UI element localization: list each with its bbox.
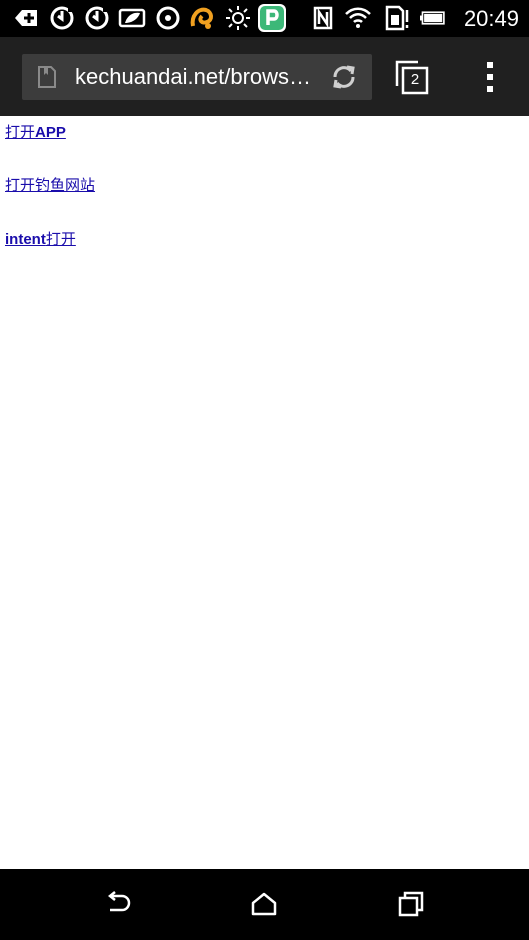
link-text: 打开 (5, 124, 36, 141)
link-text: 打开钓鱼网站 (5, 177, 96, 194)
reload-icon[interactable] (330, 63, 358, 91)
tab-switcher-button[interactable]: 2 (394, 59, 430, 95)
link-intent-open[interactable]: intent打开 (5, 228, 76, 249)
more-vert-icon (487, 62, 493, 92)
parking-app-icon (258, 4, 288, 32)
link-text-bold: intent (5, 231, 46, 248)
link-open-phishing-site[interactable]: 打开钓鱼网站 (5, 174, 95, 195)
back-icon[interactable] (103, 889, 133, 919)
circle-clock-icon (154, 4, 182, 32)
page-content: 打开APP 打开钓鱼网站 intent打开 (0, 116, 529, 869)
link-open-app[interactable]: 打开APP (5, 121, 66, 142)
home-icon[interactable] (249, 889, 279, 919)
sync-icon (83, 4, 111, 32)
overflow-menu-button[interactable] (478, 59, 502, 95)
navigation-bar (0, 869, 529, 940)
status-bar: 20:49 (0, 0, 529, 37)
battery-icon (420, 4, 454, 32)
browser-toolbar: kechuandai.net/browser... 2 (0, 37, 529, 116)
address-bar[interactable]: kechuandai.net/browser... (22, 54, 372, 100)
brightness-icon (224, 4, 252, 32)
nfc-icon (309, 4, 337, 32)
link-text-bold: APP (35, 124, 66, 141)
link-text: 打开 (45, 231, 76, 248)
leaf-icon (118, 4, 146, 32)
uc-browser-icon (188, 4, 216, 32)
page-icon (36, 66, 58, 88)
tab-count: 2 (410, 71, 420, 88)
sim-data-icon (383, 4, 411, 32)
clock-time: 20:49 (463, 6, 519, 31)
recent-apps-icon[interactable] (396, 889, 426, 919)
sync-icon (48, 4, 76, 32)
wifi-icon (344, 4, 372, 32)
url-text[interactable]: kechuandai.net/browser... (75, 54, 320, 100)
add-notification-icon (12, 4, 40, 32)
